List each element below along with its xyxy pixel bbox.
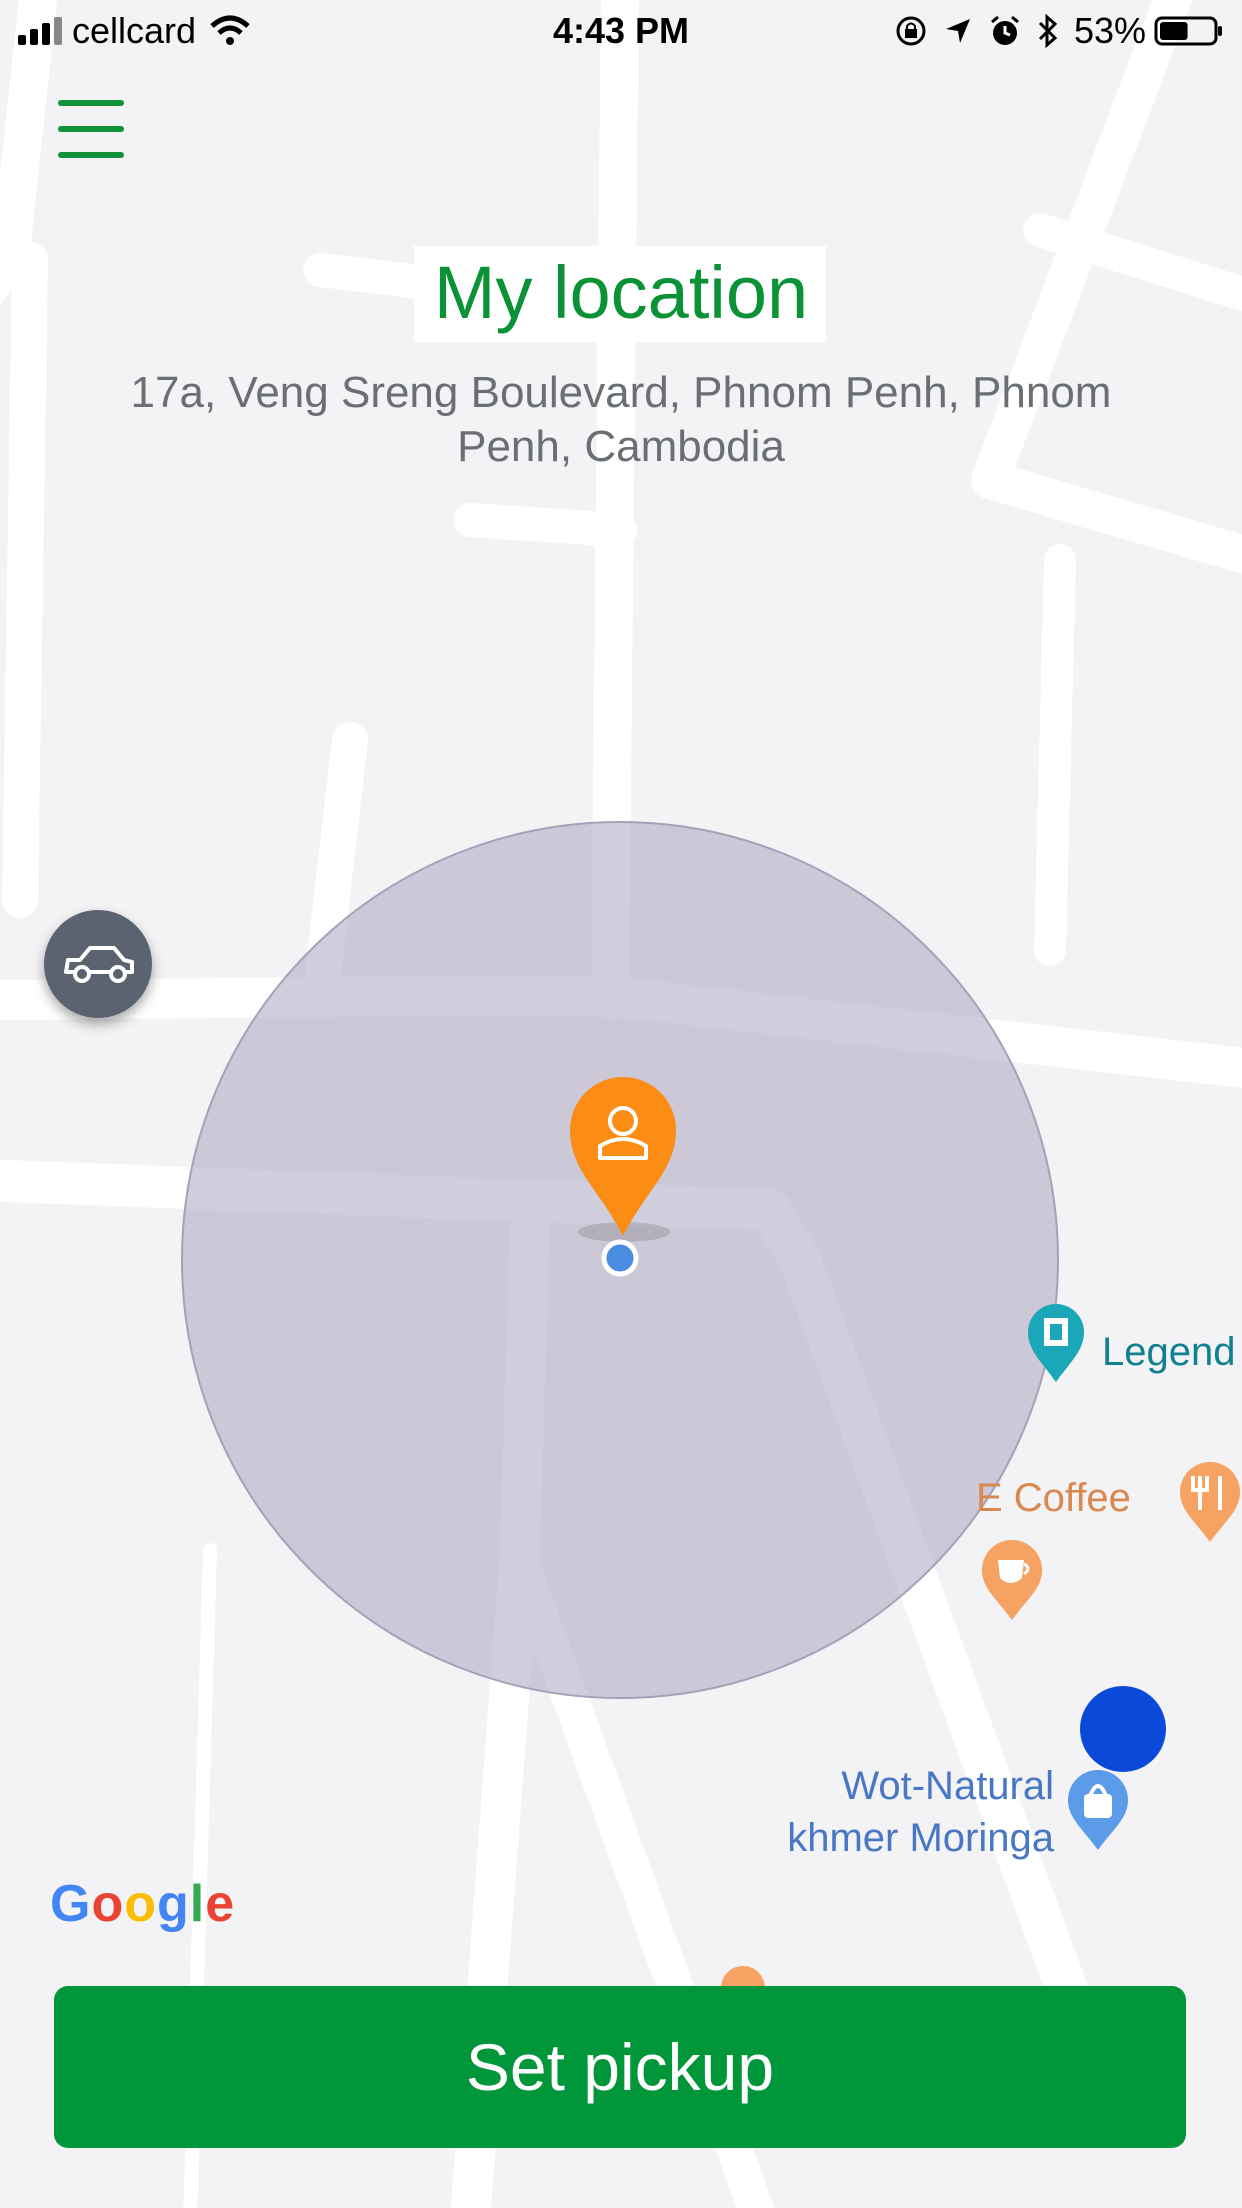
road	[453, 503, 637, 547]
poi-label-wot-line1[interactable]: Wot-Natural	[841, 1764, 1054, 1809]
current-location-dot	[601, 1239, 639, 1277]
alarm-icon	[990, 15, 1019, 45]
map-marker-dot[interactable]	[1080, 1686, 1166, 1772]
set-pickup-button[interactable]: Set pickup	[54, 1986, 1186, 2148]
car-icon	[64, 946, 134, 983]
battery-percent: 53%	[1073, 10, 1146, 51]
menu-icon[interactable]	[58, 100, 124, 158]
road	[2, 242, 48, 918]
road	[1034, 544, 1076, 966]
poi-label-ecoffee[interactable]: E Coffee	[976, 1476, 1131, 1521]
bluetooth-icon	[1038, 13, 1058, 49]
address-text: 17a, Veng Sreng Boulevard, Phnom Penh, P…	[130, 368, 1112, 471]
battery-icon	[1154, 16, 1222, 46]
location-arrow-icon	[945, 19, 970, 43]
status-bar: cellcard 4:43 PM 53%	[0, 0, 1242, 62]
rotation-lock-icon	[896, 16, 926, 46]
status-right: 53%	[894, 10, 1224, 52]
google-logo: Google	[50, 1875, 236, 1933]
page-title: My location	[433, 251, 809, 334]
car-button[interactable]	[44, 910, 152, 1018]
poi-label-wot-line2[interactable]: khmer Moringa	[787, 1816, 1054, 1861]
poi-label-legend[interactable]: Legend	[1102, 1330, 1235, 1375]
